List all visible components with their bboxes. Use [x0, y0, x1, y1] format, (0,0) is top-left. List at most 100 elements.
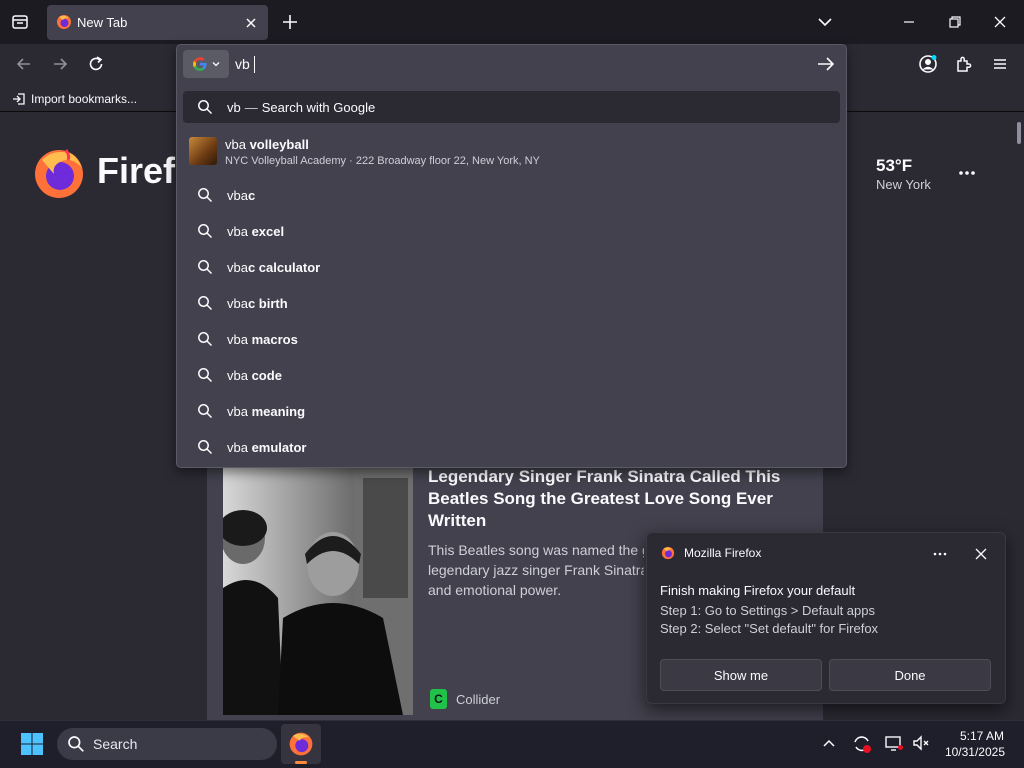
tab-new-tab[interactable]: New Tab: [47, 5, 268, 40]
suggestion-completion: c: [247, 187, 256, 203]
reload-icon: [89, 56, 103, 71]
firefox-icon: [289, 732, 313, 756]
import-icon: [13, 93, 25, 105]
firefox-logo-icon: [32, 146, 86, 200]
suggestion-row[interactable]: vba emulator: [183, 430, 840, 464]
notification-app-name: Mozilla Firefox: [684, 546, 762, 560]
arrow-right-icon: [54, 58, 68, 70]
notification-more-button[interactable]: [930, 546, 950, 562]
firefox-view-button[interactable]: [6, 10, 34, 34]
notification-title: Finish making Firefox your default: [660, 583, 856, 598]
weather-location[interactable]: New York: [876, 177, 931, 192]
minimize-button[interactable]: [897, 10, 921, 34]
chevron-up-icon: [823, 739, 835, 747]
search-icon: [183, 295, 227, 311]
notification-close-button[interactable]: [973, 546, 989, 562]
reload-button[interactable]: [84, 52, 108, 76]
story-source: Collider: [456, 692, 501, 707]
search-icon: [183, 439, 227, 455]
suggestion-prefix: vba: [227, 403, 252, 419]
speaker-muted-icon: [913, 735, 929, 751]
weather-context-menu-button[interactable]: [956, 164, 978, 182]
suggestion-completion: excel: [251, 223, 285, 239]
import-bookmarks-label: Import bookmarks...: [31, 92, 138, 106]
show-hidden-icons-button[interactable]: [821, 736, 837, 752]
suggestion-prefix: vba: [227, 331, 252, 347]
taskbar-search-box[interactable]: Search: [57, 728, 277, 760]
done-button[interactable]: Done: [829, 659, 991, 691]
start-button[interactable]: [20, 732, 44, 756]
suggestion-completion: meaning: [251, 403, 306, 419]
running-app-indicator: [295, 761, 307, 764]
puzzle-icon: [957, 56, 972, 72]
suggestion-row[interactable]: vba code: [183, 358, 840, 392]
suggestion-prefix: vba: [225, 137, 250, 152]
close-tab-icon[interactable]: [243, 15, 259, 31]
window-close-button[interactable]: [988, 10, 1012, 34]
restore-icon: [949, 16, 961, 28]
suggestion-row[interactable]: vba macros: [183, 322, 840, 356]
extensions-button[interactable]: [952, 52, 976, 76]
restore-button[interactable]: [943, 10, 967, 34]
suggestion-place-vba-volleyball[interactable]: vba volleyball NYC Volleyball Academy · …: [183, 127, 840, 171]
search-icon: [183, 367, 227, 383]
more-dots-icon: [933, 552, 947, 556]
suggestion-prefix: vba: [227, 223, 252, 239]
suggestion-completion: emulator: [251, 439, 307, 455]
suggestion-row[interactable]: vba excel: [183, 214, 840, 248]
taskbar-clock-time[interactable]: 5:17 AM: [958, 729, 1004, 743]
suggestion-completion: c calculator: [247, 259, 321, 275]
more-dots-icon: [959, 171, 975, 175]
suggestion-prefix: vba: [227, 259, 248, 275]
search-icon: [183, 403, 227, 419]
urlbar-input[interactable]: vb: [235, 56, 250, 72]
tab-title: New Tab: [77, 15, 128, 30]
tray-sync-app[interactable]: [851, 733, 873, 755]
chevron-down-icon: [818, 18, 832, 27]
sync-icon: [854, 736, 871, 753]
app-menu-button[interactable]: [988, 52, 1012, 76]
tray-volume[interactable]: [911, 733, 931, 753]
import-bookmarks-button[interactable]: Import bookmarks...: [12, 90, 137, 108]
close-icon: [975, 548, 987, 560]
search-icon: [183, 223, 227, 239]
suggestion-prefix: vba: [227, 367, 252, 383]
list-all-tabs-button[interactable]: [815, 12, 835, 32]
show-me-button[interactable]: Show me: [660, 659, 822, 691]
story-image[interactable]: [223, 468, 413, 715]
suggestion-completion: code: [251, 367, 282, 383]
notification-step-1: Step 1: Go to Settings > Default apps: [660, 603, 875, 618]
arrow-right-icon: [818, 57, 835, 71]
story-title[interactable]: Legendary Singer Frank Sinatra Called Th…: [428, 466, 808, 532]
tray-display-settings[interactable]: [884, 733, 904, 753]
collider-logo-icon: C: [430, 689, 447, 709]
suggestion-prefix: vba: [227, 439, 252, 455]
display-icon: [885, 736, 903, 751]
windows-logo-icon: [21, 733, 43, 755]
firefox-view-icon: [12, 15, 28, 29]
arrow-left-icon: [16, 58, 30, 70]
back-button[interactable]: [12, 52, 36, 76]
suggestion-row[interactable]: vba c birth: [183, 286, 840, 320]
hamburger-menu-icon: [994, 59, 1006, 69]
new-tab-button[interactable]: [278, 10, 302, 34]
place-thumbnail: [189, 137, 217, 165]
forward-button[interactable]: [48, 52, 72, 76]
search-icon: [183, 259, 227, 275]
close-icon: [994, 16, 1006, 28]
go-button[interactable]: [815, 54, 837, 74]
search-engine-selector[interactable]: [183, 50, 229, 78]
account-button[interactable]: [916, 52, 940, 76]
suggestion-row[interactable]: vba c: [183, 178, 840, 212]
suggestion-row[interactable]: vba c calculator: [183, 250, 840, 284]
taskbar-clock-date[interactable]: 10/31/2025: [941, 745, 1005, 759]
scrollbar-thumb[interactable]: [1017, 122, 1021, 144]
weather-temperature[interactable]: 53°F: [876, 156, 912, 176]
minimize-icon: [904, 21, 914, 23]
suggestion-search-with-google[interactable]: vb — Search with Google: [183, 91, 840, 123]
firefox-icon: [661, 546, 675, 560]
suggestion-separator: —: [244, 99, 258, 115]
place-subtitle: NYC Volleyball Academy · 222 Broadway fl…: [225, 155, 540, 167]
taskbar-firefox-app[interactable]: [281, 724, 321, 764]
suggestion-row[interactable]: vba meaning: [183, 394, 840, 428]
